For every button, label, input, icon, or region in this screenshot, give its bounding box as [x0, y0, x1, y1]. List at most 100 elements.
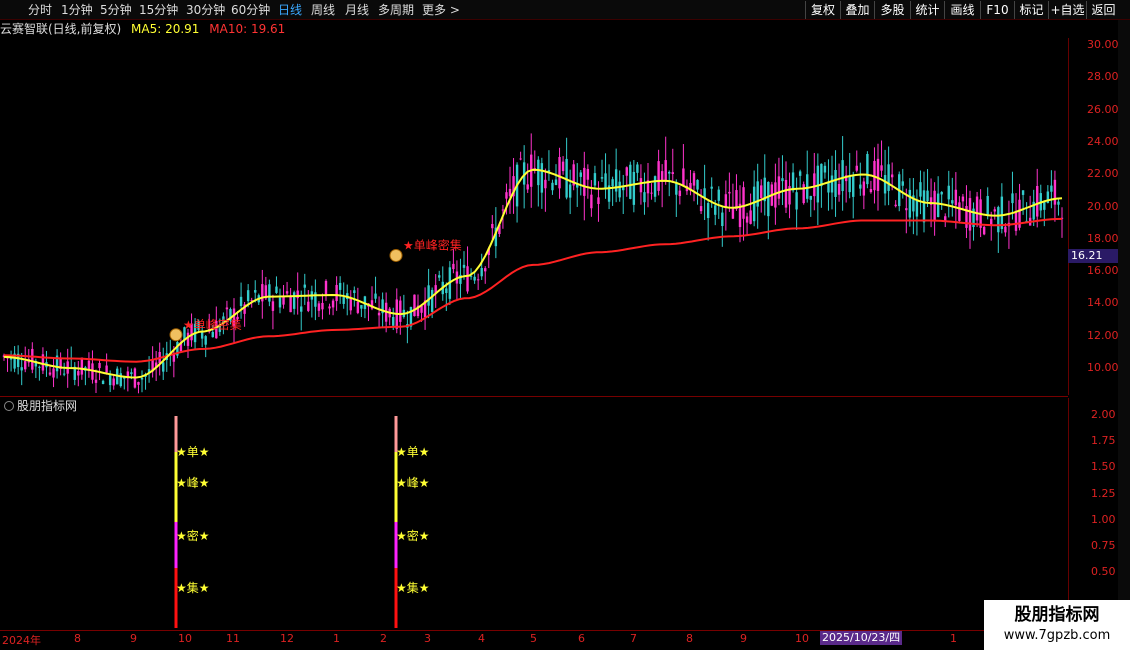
indicator-label: ★峰★ — [176, 476, 210, 490]
candle-body — [112, 378, 115, 386]
candle-body — [982, 226, 986, 235]
candle-body — [706, 203, 710, 219]
candle-body — [806, 174, 809, 199]
candle-body — [777, 176, 781, 199]
candle-body — [526, 184, 529, 190]
candle-body — [537, 159, 540, 186]
candle-body — [760, 185, 763, 199]
candle-body — [303, 284, 306, 288]
indicator-label: ★密★ — [396, 528, 430, 543]
candle-body — [476, 279, 480, 281]
candle-body — [986, 196, 989, 215]
date-tick: 5 — [530, 632, 537, 645]
money-bag-icon — [389, 248, 403, 262]
candle-body — [561, 161, 565, 172]
candle-body — [922, 190, 926, 223]
candle-body — [767, 182, 770, 217]
candle-body — [108, 374, 112, 386]
candle-body — [1004, 226, 1007, 233]
candle-body — [292, 292, 296, 309]
indicator-label: ★单★ — [396, 445, 430, 459]
candle-body — [162, 362, 165, 372]
candle-body — [420, 305, 423, 313]
price-tick: 30.00 — [1087, 38, 1119, 51]
candle-body — [31, 348, 34, 370]
candle-body — [968, 198, 972, 231]
candle-body — [140, 378, 144, 380]
candle-body — [445, 288, 448, 294]
collapse-icon[interactable] — [4, 401, 14, 411]
date-tick: 8 — [686, 632, 693, 645]
watermark: 股朋指标网 www.7gpzb.com — [984, 600, 1130, 650]
candle-body — [781, 178, 784, 182]
candle-body — [204, 336, 207, 345]
candle-body — [936, 193, 940, 218]
indicator-axis: 2.00 1.75 1.50 1.25 1.00 0.75 0.50 — [1068, 398, 1120, 628]
indicator-name: 股朋指标网 — [17, 399, 78, 413]
candle-body — [636, 164, 639, 173]
candle-body — [52, 368, 55, 378]
candle-body — [590, 194, 593, 209]
candle-body — [544, 179, 547, 189]
candle-body — [225, 307, 229, 310]
candle-body — [377, 312, 381, 316]
candle-body — [908, 189, 912, 218]
candle-body — [887, 164, 890, 191]
candle-body — [317, 303, 321, 311]
candle-body — [374, 293, 377, 299]
price-tick: 26.00 — [1087, 102, 1119, 116]
candle-body — [940, 191, 943, 195]
candle-body — [866, 153, 869, 185]
candle-body — [62, 373, 66, 375]
signal-label: ★单峰密集 — [403, 237, 462, 252]
candlestick-chart[interactable]: ★单峰密集 ★单★ ★峰★ ★密★ ★集★ ★单峰密集 ★单★ ★峰★ ★密★ ★集★ — [0, 0, 1068, 630]
price-tick: 10.00 — [1087, 361, 1119, 374]
candle-body — [919, 182, 922, 197]
candle-body — [696, 179, 699, 190]
price-tick: 22.00 — [1087, 167, 1119, 181]
candle-body — [484, 268, 487, 272]
candle-body — [501, 209, 505, 211]
indicator-tick: 1.25 — [1091, 486, 1116, 500]
candle-body — [791, 172, 795, 191]
candle-body — [94, 379, 98, 383]
candle-body — [961, 196, 965, 202]
candle-body — [1036, 185, 1039, 217]
candle-body — [650, 192, 653, 194]
candle-body — [1053, 179, 1057, 205]
date-tick: 2 — [380, 632, 387, 645]
side-panel-strip[interactable] — [1118, 20, 1130, 650]
tool-button-8[interactable]: 返回 — [1086, 1, 1120, 19]
candle-body — [130, 372, 133, 375]
candle-body — [749, 210, 752, 224]
candle-body — [278, 297, 282, 308]
candle-body — [268, 284, 271, 302]
signal-label: ★单峰密集 — [183, 317, 242, 332]
candle-body — [438, 275, 441, 278]
candle-body — [246, 290, 250, 302]
candle-body — [1014, 212, 1018, 231]
indicator-title[interactable]: 股朋指标网 — [4, 398, 77, 414]
date-tick: 6 — [578, 632, 585, 645]
candle-body — [321, 302, 324, 310]
candle-body — [462, 264, 466, 268]
indicator-tick: 0.75 — [1091, 539, 1116, 552]
candle-body — [519, 158, 522, 160]
date-tick: 8 — [74, 632, 81, 645]
date-tick: 11 — [226, 632, 240, 645]
candle-body — [958, 202, 961, 221]
candle-body — [951, 200, 954, 204]
candle-body — [905, 208, 908, 211]
candle-body — [480, 268, 483, 277]
candle-body — [692, 173, 696, 186]
ma5-line — [3, 168, 1063, 379]
indicator-bar-segment — [394, 568, 398, 628]
candle-body — [926, 190, 929, 202]
candle-body — [632, 171, 636, 205]
price-tick: 12.00 — [1087, 328, 1119, 342]
candle-body — [830, 175, 834, 193]
indicator-label: ★峰★ — [396, 476, 430, 490]
date-cursor-label: 2025/10/23/四 — [820, 631, 903, 645]
candle-body — [859, 184, 862, 189]
candle-body — [714, 205, 717, 215]
